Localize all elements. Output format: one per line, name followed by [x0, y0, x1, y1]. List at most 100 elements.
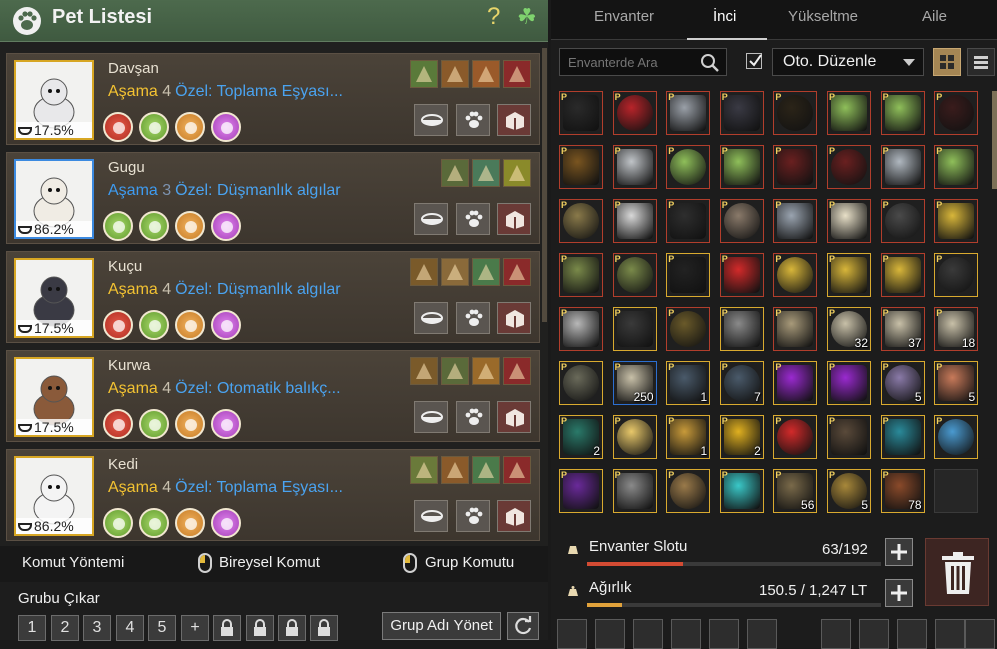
- pet-skill-icon[interactable]: [139, 211, 169, 241]
- mask-tool-button[interactable]: [821, 619, 851, 649]
- inventory-slot[interactable]: P: [827, 199, 871, 243]
- inventory-slot[interactable]: P: [719, 91, 764, 135]
- hammer-tool-button[interactable]: [859, 619, 889, 649]
- inventory-slot[interactable]: P: [612, 199, 657, 243]
- inventory-slot[interactable]: P: [934, 415, 979, 459]
- inventory-slot[interactable]: P: [612, 145, 657, 189]
- inventory-slot[interactable]: P: [934, 91, 979, 135]
- pet-talent-icon[interactable]: [472, 60, 500, 88]
- inventory-slot[interactable]: P: [773, 307, 818, 351]
- inventory-slot[interactable]: P 78: [880, 469, 925, 513]
- search-icon[interactable]: [700, 53, 720, 73]
- pet-talent-icon[interactable]: [472, 456, 500, 484]
- pet-skill-icon[interactable]: [103, 211, 133, 241]
- auto-sort-dropdown[interactable]: Oto. Düzenle: [772, 48, 924, 76]
- individual-command-option[interactable]: Bireysel Komut: [219, 554, 320, 571]
- inventory-slot[interactable]: P: [612, 253, 657, 297]
- pet-card[interactable]: 17.5% Kuçu Aşama 4 Özel: Düşmanlık algıla…: [6, 251, 540, 343]
- search-input[interactable]: [568, 55, 698, 70]
- inventory-slot[interactable]: P: [880, 199, 925, 243]
- inventory-slot[interactable]: P: [559, 91, 603, 135]
- pet-skill-icon[interactable]: [175, 211, 205, 241]
- inventory-slot[interactable]: P: [559, 145, 603, 189]
- unsummon-button[interactable]: [497, 302, 531, 334]
- pet-talent-icon[interactable]: [472, 357, 500, 385]
- pet-talent-icon[interactable]: [441, 258, 469, 286]
- pet-portrait[interactable]: 17.5%: [14, 60, 94, 140]
- pet-card[interactable]: 86.2% Kedi Aşama 4 Özel: Toplama Eşyası..…: [6, 449, 540, 541]
- inventory-slot[interactable]: P: [666, 307, 711, 351]
- pet-talent-icon[interactable]: [410, 60, 438, 88]
- pet-skill-icon[interactable]: [175, 112, 205, 142]
- pet-skill-icon[interactable]: [211, 310, 241, 340]
- unsummon-button[interactable]: [497, 401, 531, 433]
- group-1-button[interactable]: 1: [18, 615, 46, 641]
- inventory-slot-empty[interactable]: [934, 469, 979, 513]
- pet-tool-button[interactable]: [935, 619, 965, 649]
- manage-group-name-button[interactable]: Grup Adı Yönet: [382, 612, 501, 640]
- pet-talent-icon[interactable]: [503, 258, 531, 286]
- locked-group-button[interactable]: [278, 615, 306, 641]
- unsummon-button[interactable]: [497, 203, 531, 235]
- pet-skill-icon[interactable]: [211, 409, 241, 439]
- inventory-slot[interactable]: P: [773, 253, 818, 297]
- inventory-slot[interactable]: P 5: [880, 361, 925, 405]
- inventory-slot[interactable]: P: [773, 199, 818, 243]
- pet-command-button[interactable]: [455, 302, 490, 334]
- inventory-slot[interactable]: P 2: [559, 415, 603, 459]
- tab-inci[interactable]: İnci: [713, 8, 736, 25]
- inventory-slot[interactable]: P: [827, 361, 871, 405]
- inventory-slot[interactable]: P: [666, 253, 711, 297]
- inventory-slot[interactable]: P: [827, 415, 871, 459]
- inventory-slot[interactable]: P 18: [934, 307, 979, 351]
- inventory-slot[interactable]: P: [773, 415, 818, 459]
- unsummon-button[interactable]: [497, 104, 531, 136]
- pet-card[interactable]: 86.2% Gugu Aşama 3 Özel: Düşmanlık algıla…: [6, 152, 540, 244]
- inventory-slot[interactable]: P: [880, 145, 925, 189]
- list-view-button[interactable]: [967, 48, 995, 76]
- pet-list-scrollbar[interactable]: [542, 48, 547, 322]
- inventory-slot[interactable]: P: [666, 469, 711, 513]
- pet-skill-icon[interactable]: [175, 508, 205, 538]
- group-5-button[interactable]: 5: [148, 615, 176, 641]
- unsummon-button[interactable]: [497, 500, 531, 532]
- inventory-slot[interactable]: P: [880, 91, 925, 135]
- pet-skill-icon[interactable]: [139, 409, 169, 439]
- inventory-slot[interactable]: P: [773, 91, 818, 135]
- pet-skill-icon[interactable]: [139, 112, 169, 142]
- inventory-slot[interactable]: P: [827, 145, 871, 189]
- gear-tool-button[interactable]: [595, 619, 625, 649]
- pet-talent-icon[interactable]: [472, 159, 500, 187]
- pet-command-button[interactable]: [455, 401, 490, 433]
- pet-skill-icon[interactable]: [103, 508, 133, 538]
- inventory-slot[interactable]: P: [934, 253, 979, 297]
- help-button[interactable]: ?: [487, 3, 500, 31]
- feed-button[interactable]: [414, 302, 449, 334]
- pet-skill-icon[interactable]: [211, 112, 241, 142]
- inventory-slot[interactable]: P 5: [827, 469, 871, 513]
- inventory-slot[interactable]: P: [559, 199, 603, 243]
- inventory-slot[interactable]: P: [666, 91, 711, 135]
- pet-talent-icon[interactable]: [441, 456, 469, 484]
- group-2-button[interactable]: 2: [51, 615, 79, 641]
- feed-button[interactable]: [414, 500, 449, 532]
- inventory-slot[interactable]: P: [827, 91, 871, 135]
- inventory-slot[interactable]: P: [934, 145, 979, 189]
- locked-group-button[interactable]: [213, 615, 241, 641]
- inventory-slot[interactable]: P: [827, 253, 871, 297]
- tab-aile[interactable]: Aile: [922, 8, 947, 25]
- pet-talent-icon[interactable]: [472, 258, 500, 286]
- pet-talent-icon[interactable]: [503, 60, 531, 88]
- inventory-slot[interactable]: P 37: [880, 307, 925, 351]
- auto-sort-checkbox[interactable]: [746, 53, 762, 69]
- inventory-slot[interactable]: P: [719, 199, 764, 243]
- pet-skill-icon[interactable]: [175, 310, 205, 340]
- inventory-slot[interactable]: P: [934, 199, 979, 243]
- pet-talent-icon[interactable]: [503, 159, 531, 187]
- pet-talent-icon[interactable]: [503, 456, 531, 484]
- inventory-slot[interactable]: P: [612, 91, 657, 135]
- inventory-slot[interactable]: P: [559, 361, 603, 405]
- inventory-slot[interactable]: P: [773, 145, 818, 189]
- pet-skill-icon[interactable]: [103, 310, 133, 340]
- trash-button[interactable]: [925, 538, 989, 606]
